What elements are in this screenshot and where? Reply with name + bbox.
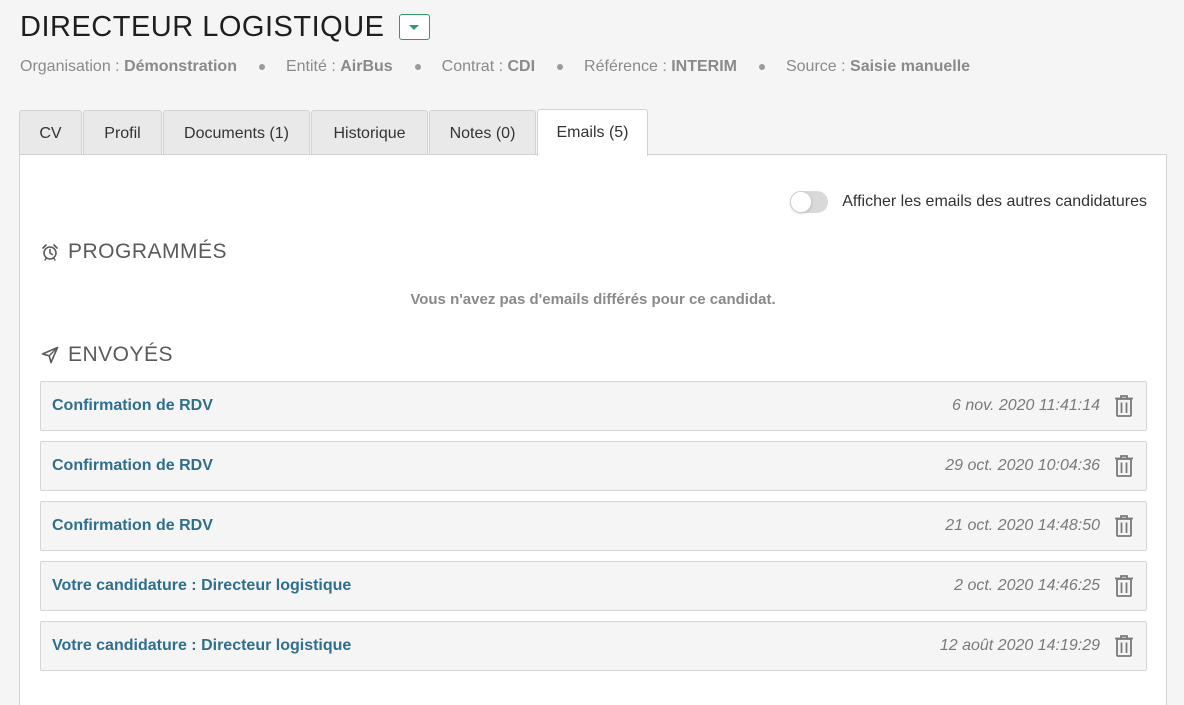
page-header: DIRECTEUR LOGISTIQUE	[20, 8, 430, 46]
trash-icon[interactable]	[1114, 514, 1134, 538]
trash-icon[interactable]	[1114, 454, 1134, 478]
email-subject-link[interactable]: Confirmation de RDV	[52, 457, 945, 475]
email-subject-link[interactable]: Confirmation de RDV	[52, 397, 952, 415]
toggle-label: Afficher les emails des autres candidatu…	[842, 193, 1147, 210]
sent-email-list: Confirmation de RDV 6 nov. 2020 11:41:14…	[40, 381, 1147, 681]
tab-cv[interactable]: CV	[19, 110, 82, 156]
trash-icon[interactable]	[1114, 394, 1134, 418]
emails-panel: Afficher les emails des autres candidatu…	[19, 154, 1167, 705]
email-subject-link[interactable]: Votre candidature : Directeur logistique	[52, 577, 954, 595]
meta-entite: Entité : AirBus	[285, 58, 393, 75]
caret-down-icon	[409, 24, 419, 30]
tab-notes[interactable]: Notes (0)	[429, 110, 536, 156]
page-title: DIRECTEUR LOGISTIQUE	[20, 10, 385, 43]
email-subject-link[interactable]: Votre candidature : Directeur logistique	[52, 637, 940, 655]
trash-icon[interactable]	[1114, 634, 1134, 658]
tab-historique[interactable]: Historique	[311, 110, 428, 156]
email-subject-link[interactable]: Confirmation de RDV	[52, 517, 945, 535]
meta-reference: Référence : INTERIM	[584, 58, 737, 75]
separator-dot	[557, 64, 564, 70]
alarm-clock-icon	[41, 243, 59, 261]
email-date: 12 août 2020 14:19:29	[939, 637, 1100, 654]
meta-organisation: Organisation : Démonstration	[20, 58, 237, 75]
tab-emails[interactable]: Emails (5)	[537, 109, 648, 156]
meta-source: Source : Saisie manuelle	[785, 58, 971, 75]
email-row[interactable]: Confirmation de RDV 6 nov. 2020 11:41:14	[40, 381, 1147, 431]
email-date: 2 oct. 2020 14:46:25	[954, 577, 1100, 594]
tab-bar: CV Profil Documents (1) Historique Notes…	[19, 109, 649, 156]
title-dropdown-button[interactable]	[398, 14, 430, 40]
email-row[interactable]: Votre candidature : Directeur logistique…	[40, 621, 1147, 671]
toggle-knob	[790, 191, 813, 213]
email-date: 29 oct. 2020 10:04:36	[945, 457, 1100, 474]
scheduled-section-title: PROGRAMMÉS	[41, 240, 227, 264]
other-emails-toggle-row: Afficher les emails des autres candidatu…	[790, 191, 1147, 213]
tab-profil[interactable]: Profil	[83, 110, 162, 156]
email-row[interactable]: Confirmation de RDV 29 oct. 2020 10:04:3…	[40, 441, 1147, 491]
meta-contrat: Contrat : CDI	[441, 58, 536, 75]
other-emails-toggle[interactable]	[790, 191, 829, 213]
email-row[interactable]: Confirmation de RDV 21 oct. 2020 14:48:5…	[40, 501, 1147, 551]
email-date: 6 nov. 2020 11:41:14	[952, 397, 1100, 414]
email-row[interactable]: Votre candidature : Directeur logistique…	[40, 561, 1147, 611]
scheduled-empty-message: Vous n'avez pas d'emails différés pour c…	[410, 291, 776, 308]
tab-documents[interactable]: Documents (1)	[163, 110, 310, 156]
job-meta: Organisation : Démonstration Entité : Ai…	[20, 56, 970, 78]
separator-dot	[758, 64, 765, 70]
trash-icon[interactable]	[1114, 574, 1134, 598]
separator-dot	[258, 64, 265, 70]
sent-section-title: ENVOYÉS	[41, 343, 173, 367]
email-date: 21 oct. 2020 14:48:50	[945, 517, 1100, 534]
separator-dot	[414, 64, 421, 70]
paper-plane-icon	[41, 346, 59, 364]
